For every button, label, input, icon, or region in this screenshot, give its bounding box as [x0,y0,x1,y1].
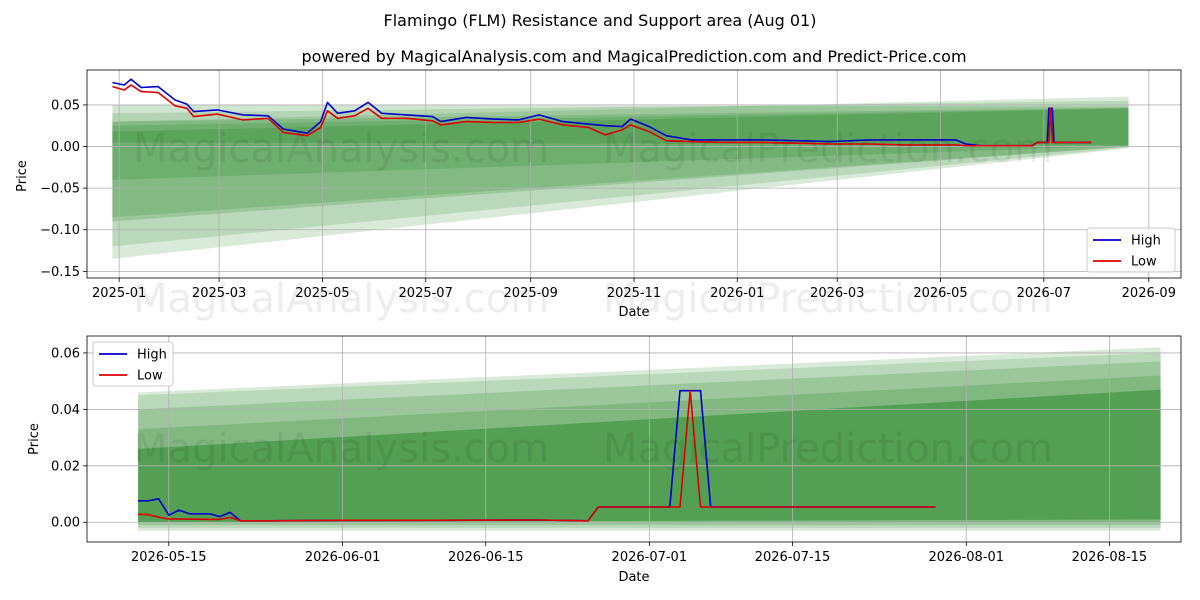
chart-subtitle: powered by MagicalAnalysis.com and Magic… [301,47,966,66]
legend-label-low: Low [137,369,163,384]
y-tick-label: 0.02 [51,459,80,474]
x-tick-label: 2026-09 [1122,286,1176,301]
watermark-mid-left: MagicalAnalysis.com [133,276,549,322]
legend-label-high: High [1131,234,1161,249]
x-tick-label: 2026-08-01 [929,550,1005,565]
bottom-ylabel: Price [27,423,42,455]
y-tick-label: −0.10 [40,223,80,238]
x-tick-label: 2026-08-15 [1072,550,1148,565]
y-tick-label: −0.05 [40,182,80,197]
x-tick-label: 2026-05-15 [131,550,207,565]
watermark-top-right: MagicalPrediction.com [603,126,1053,172]
y-tick-label: 0.05 [51,98,80,113]
watermark-bottom-right: MagicalPrediction.com [603,426,1053,472]
y-tick-label: −0.15 [40,265,80,280]
legend-label-high: High [137,348,167,363]
watermark-top-left: MagicalAnalysis.com [133,126,549,172]
legend: High Low [92,341,174,387]
y-tick-label: 0.00 [51,140,80,155]
legend-label-low: Low [1131,255,1157,270]
y-tick-label: 0.04 [51,403,80,418]
watermark-bottom-left: MagicalAnalysis.com [133,426,549,472]
x-tick-label: 2026-06-01 [305,550,381,565]
legend: High Low [1086,227,1176,273]
bottom-xlabel: Date [618,570,649,585]
watermark-mid-right: MagicalPrediction.com [603,276,1053,322]
x-tick-label: 2026-07-01 [612,550,688,565]
chart-title: Flamingo (FLM) Resistance and Support ar… [384,11,817,30]
plot-area [87,70,1181,278]
x-tick-label: 2026-06-15 [448,550,524,565]
top-ylabel: Price [15,160,30,192]
y-tick-label: 0.06 [51,346,80,361]
x-tick-label: 2026-07-15 [755,550,831,565]
figure: Flamingo (FLM) Resistance and Support ar… [15,11,1182,585]
y-tick-label: 0.00 [51,516,80,531]
